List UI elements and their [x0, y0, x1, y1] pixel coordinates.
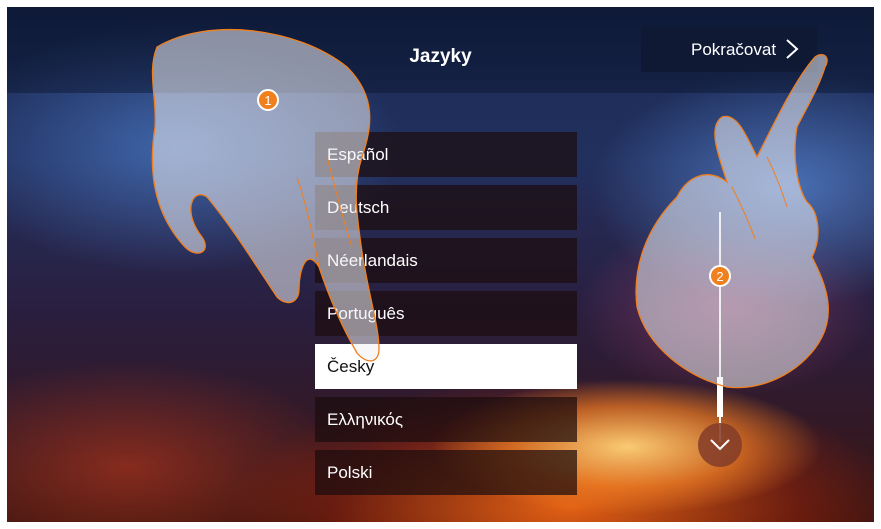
intercom-screen: Jazyky Pokračovat Español Deutsch Néerla… — [7, 7, 874, 522]
scroll-thumb[interactable] — [717, 377, 723, 417]
scroll-down-button[interactable] — [698, 423, 742, 467]
language-label: Néerlandais — [327, 250, 418, 270]
continue-label: Pokračovat — [691, 39, 777, 59]
language-label: Polski — [327, 462, 373, 482]
language-item-polski[interactable]: Polski — [315, 450, 577, 495]
language-item-ellinikos[interactable]: Ελληνικός — [315, 397, 577, 442]
chevron-right-icon — [786, 39, 799, 59]
language-label: Español — [327, 144, 389, 164]
language-item-neerlandais[interactable]: Néerlandais — [315, 238, 577, 283]
language-label: Česky — [327, 356, 375, 376]
language-item-portugues[interactable]: Português — [315, 291, 577, 336]
language-item-espanol[interactable]: Español — [315, 132, 577, 177]
callout-badge-2: 2 — [709, 265, 731, 287]
language-item-deutsch[interactable]: Deutsch — [315, 185, 577, 230]
language-label: Deutsch — [327, 197, 390, 217]
chevron-down-icon — [710, 439, 730, 451]
callout-badge-1: 1 — [257, 89, 279, 111]
language-label: Português — [327, 303, 405, 323]
language-label: Ελληνικός — [327, 409, 404, 429]
language-item-cesky[interactable]: Česky — [315, 344, 577, 389]
continue-button[interactable]: Pokračovat — [641, 27, 817, 72]
